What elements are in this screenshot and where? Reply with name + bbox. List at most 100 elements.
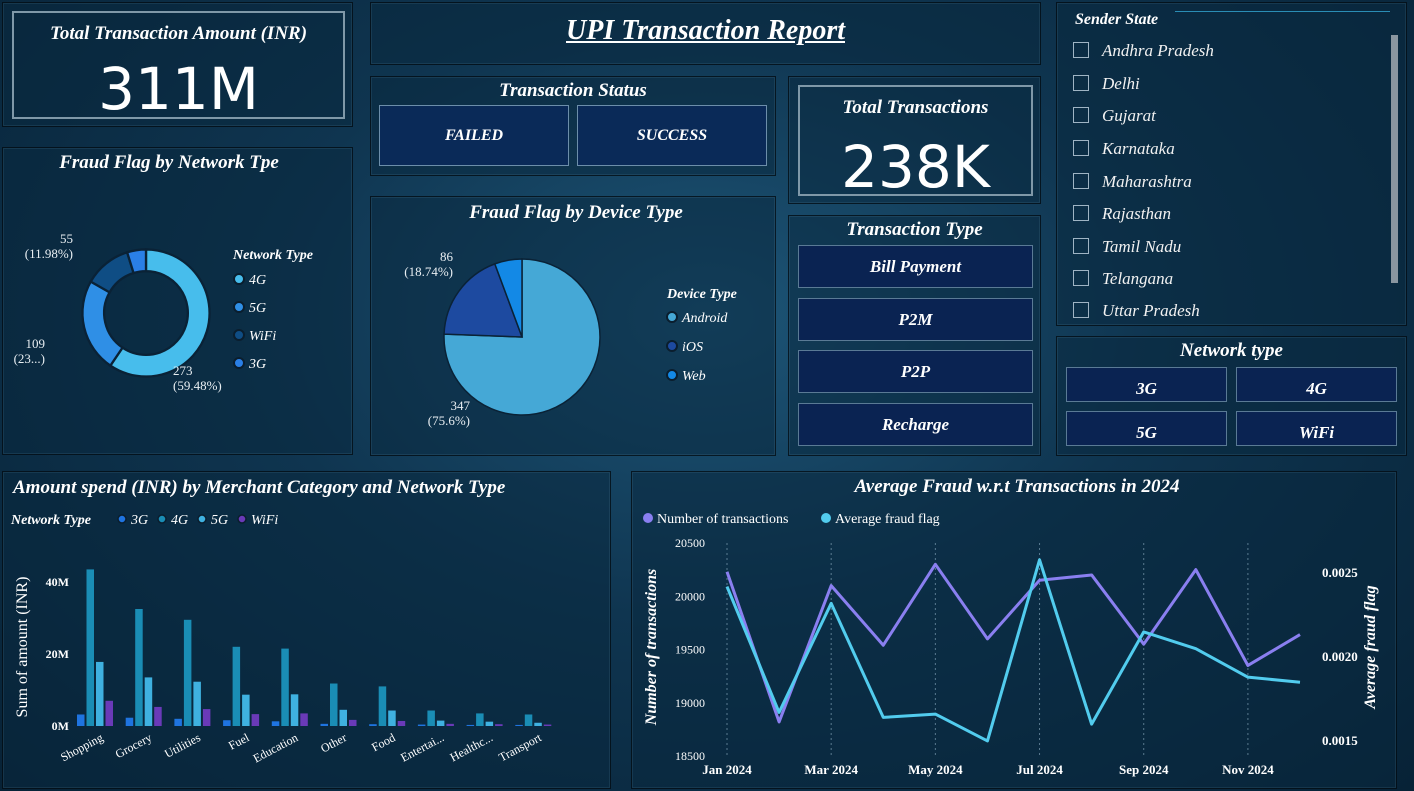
- bar-wifi[interactable]: [105, 700, 114, 726]
- bar-wifi[interactable]: [202, 709, 211, 726]
- checkbox-icon[interactable]: [1073, 75, 1089, 91]
- bar-4g[interactable]: [183, 619, 192, 726]
- scrollbar[interactable]: [1391, 35, 1398, 283]
- total-transactions-title: Total Transactions: [842, 97, 989, 118]
- bar-wifi[interactable]: [251, 714, 260, 726]
- bar-4g[interactable]: [281, 648, 289, 726]
- state-item[interactable]: Delhi: [1073, 74, 1140, 94]
- legend-label: 3G: [248, 357, 266, 372]
- bar-3g[interactable]: [125, 717, 134, 726]
- bar-5g[interactable]: [290, 694, 299, 726]
- bar-3g[interactable]: [320, 723, 329, 726]
- checkbox-icon[interactable]: [1073, 238, 1089, 254]
- bar-5g[interactable]: [339, 709, 348, 726]
- bar-4g[interactable]: [135, 609, 143, 726]
- transaction-type-title: Transaction Type: [846, 219, 983, 240]
- bar-5g[interactable]: [485, 721, 494, 726]
- state-label: Telangana: [1102, 269, 1174, 288]
- bar-3g[interactable]: [515, 724, 523, 726]
- network-5g-button[interactable]: 5G: [1066, 411, 1227, 446]
- data-label: (75.6%): [428, 413, 470, 428]
- bar-5g[interactable]: [534, 722, 542, 726]
- type-bill-payment-button[interactable]: Bill Payment: [798, 245, 1033, 288]
- legend-label: Average fraud flag: [835, 512, 940, 527]
- bar-5g[interactable]: [193, 681, 201, 726]
- checkbox-icon[interactable]: [1073, 270, 1089, 286]
- state-item[interactable]: Telangana: [1073, 269, 1173, 289]
- bar-5g[interactable]: [388, 710, 396, 726]
- chart-title: Amount spend (INR) by Merchant Category …: [12, 477, 506, 498]
- state-item[interactable]: Rajasthan: [1073, 204, 1171, 224]
- y-tick-label: 20000: [675, 589, 705, 603]
- bar-wifi[interactable]: [154, 706, 162, 726]
- state-item[interactable]: Gujarat: [1073, 106, 1156, 126]
- state-item[interactable]: Karnataka: [1073, 139, 1175, 159]
- state-item[interactable]: Andhra Pradesh: [1073, 41, 1214, 61]
- fraud-trend-panel: Average Fraud w.r.t Transactions in 2024…: [631, 471, 1397, 789]
- legend-marker: [233, 301, 245, 313]
- bar-5g[interactable]: [436, 720, 445, 726]
- bar-5g[interactable]: [144, 677, 153, 726]
- bar-5g[interactable]: [242, 694, 250, 726]
- x-tick-label: Entertai...: [398, 730, 446, 764]
- report-title: UPI Transaction Report: [566, 15, 845, 46]
- checkbox-icon[interactable]: [1073, 302, 1089, 318]
- bar-4g[interactable]: [330, 683, 338, 726]
- bar-3g[interactable]: [417, 724, 426, 726]
- y-tick-label: 20M: [46, 647, 69, 661]
- legend-label: 5G: [211, 513, 228, 528]
- status-success-button[interactable]: SUCCESS: [577, 105, 767, 166]
- checkbox-icon[interactable]: [1073, 173, 1089, 189]
- bar-3g[interactable]: [77, 714, 85, 726]
- type-p2p-button[interactable]: P2P: [798, 350, 1033, 393]
- bar-4g[interactable]: [476, 713, 484, 726]
- state-item[interactable]: Uttar Pradesh: [1073, 301, 1200, 321]
- total-transactions-frame: Total Transactions 238K: [798, 85, 1033, 201]
- bar-4g[interactable]: [427, 710, 435, 726]
- type-p2m-button[interactable]: P2M: [798, 298, 1033, 341]
- data-label: (23...): [14, 351, 45, 366]
- x-tick-label: Healthc...: [448, 730, 495, 764]
- bar-3g[interactable]: [466, 724, 475, 726]
- type-recharge-button[interactable]: Recharge: [798, 403, 1033, 446]
- bar-wifi[interactable]: [349, 719, 357, 726]
- bar-3g[interactable]: [223, 720, 231, 726]
- bar-4g[interactable]: [86, 569, 95, 726]
- bar-3g[interactable]: [369, 724, 377, 726]
- x-tick-label: Shopping: [58, 730, 105, 764]
- bar-wifi[interactable]: [300, 713, 308, 726]
- state-item[interactable]: Tamil Nadu: [1073, 237, 1181, 257]
- status-failed-button[interactable]: FAILED: [379, 105, 569, 166]
- y2-tick-label: 0.0025: [1322, 565, 1358, 580]
- bar-4g[interactable]: [524, 714, 533, 726]
- total-amount-value: 311M: [98, 55, 259, 123]
- checkbox-icon[interactable]: [1073, 42, 1089, 58]
- legend-label: iOS: [682, 340, 703, 355]
- bar-5g[interactable]: [96, 661, 104, 726]
- bar-wifi[interactable]: [495, 724, 503, 726]
- bar-wifi[interactable]: [397, 720, 406, 726]
- checkbox-icon[interactable]: [1073, 205, 1089, 221]
- y-tick-label: 19000: [675, 696, 705, 710]
- network-4g-button[interactable]: 4G: [1236, 367, 1397, 402]
- donut-slice-wifi[interactable]: [89, 250, 136, 294]
- donut-slice-5g[interactable]: [81, 280, 125, 368]
- checkbox-icon[interactable]: [1073, 140, 1089, 156]
- checkbox-icon[interactable]: [1073, 107, 1089, 123]
- bar-4g[interactable]: [378, 686, 387, 726]
- bar-3g[interactable]: [271, 721, 280, 726]
- x-tick-label: Sep 2024: [1119, 762, 1169, 777]
- data-label: 347: [451, 398, 471, 413]
- bar-wifi[interactable]: [543, 724, 552, 726]
- legend-label: 4G: [249, 273, 266, 288]
- bar-3g[interactable]: [174, 718, 182, 726]
- y2-tick-label: 0.0020: [1322, 649, 1358, 664]
- network-wifi-button[interactable]: WiFi: [1236, 411, 1397, 446]
- bar-wifi[interactable]: [446, 723, 454, 726]
- network-3g-button[interactable]: 3G: [1066, 367, 1227, 402]
- sender-state-slicer: Sender State Andhra Pradesh Delhi Gujara…: [1056, 2, 1407, 326]
- series-line-fraud[interactable]: [725, 558, 1301, 743]
- chart-title: Fraud Flag by Device Type: [468, 202, 683, 223]
- bar-4g[interactable]: [232, 646, 241, 726]
- state-item[interactable]: Maharashtra: [1073, 172, 1192, 192]
